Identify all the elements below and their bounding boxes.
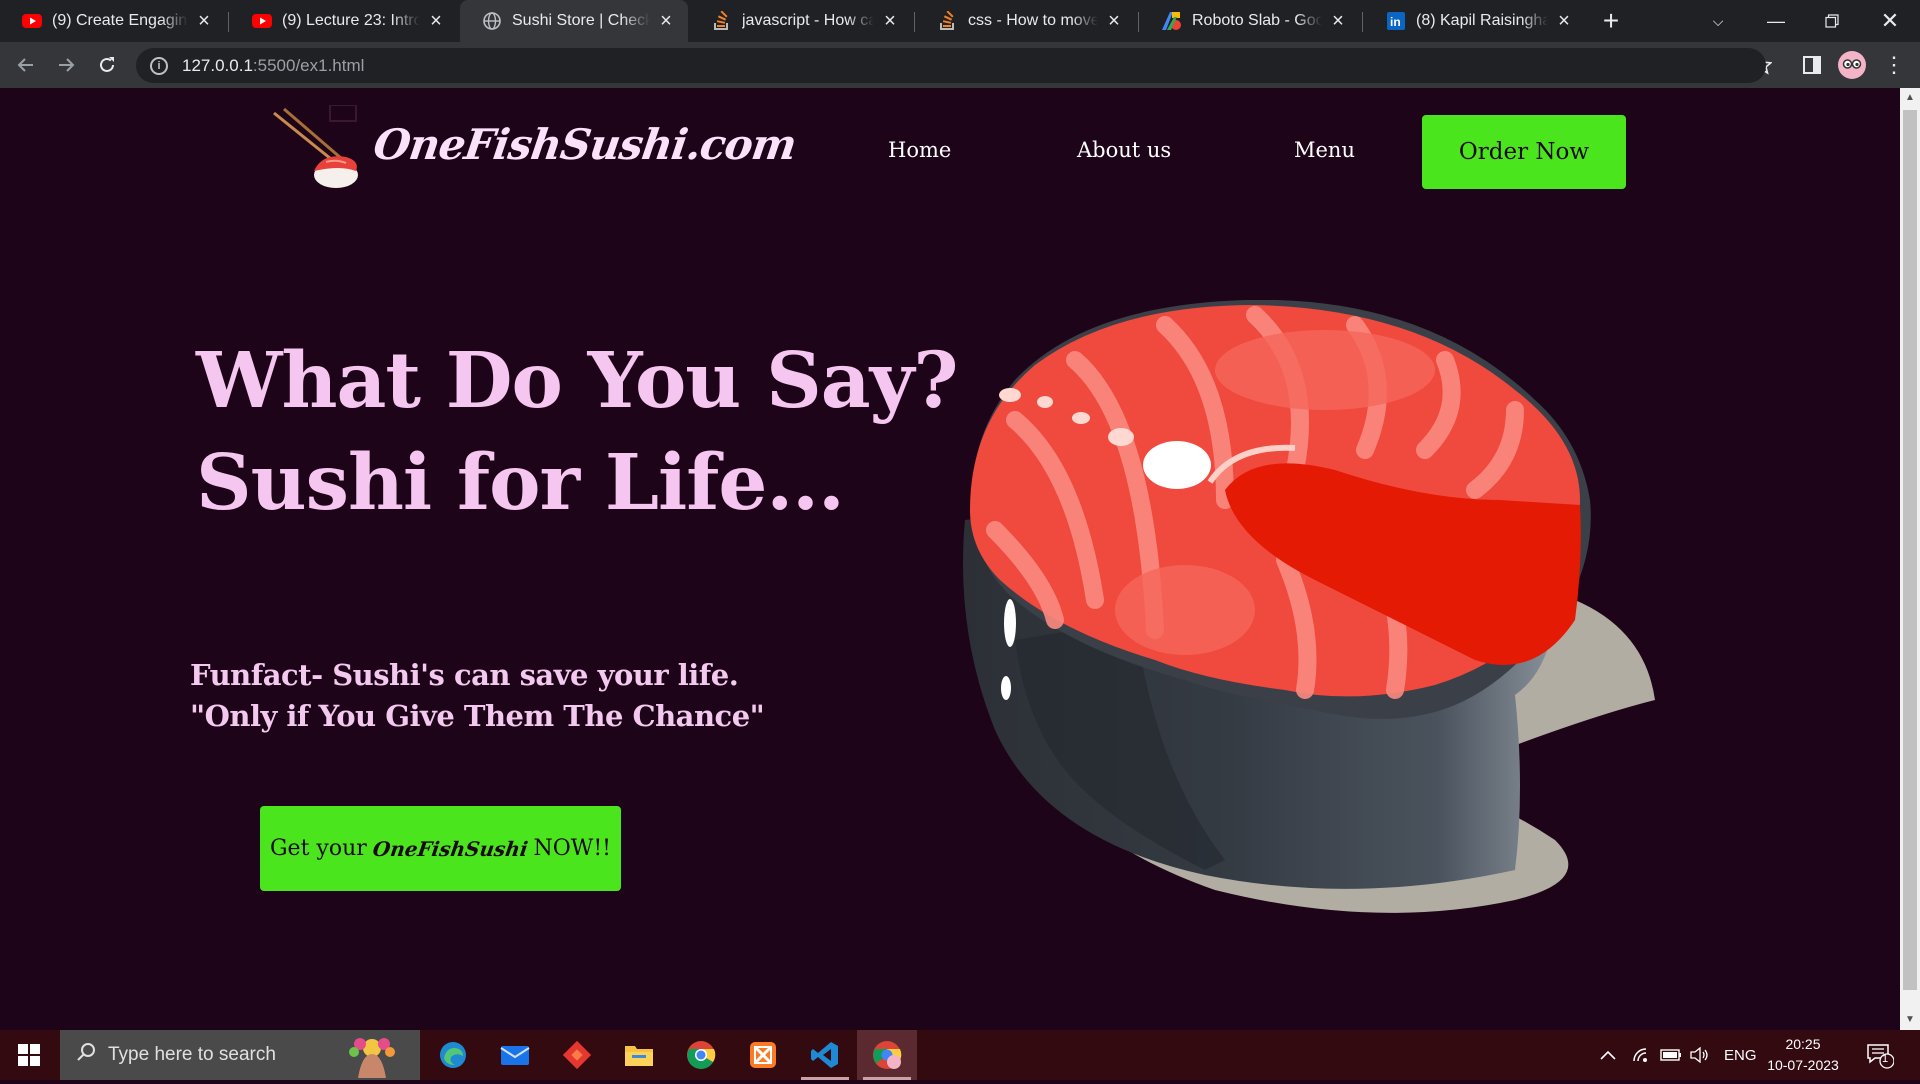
nav-menu-link[interactable]: Menu xyxy=(1294,138,1355,162)
get-sushi-cta-button[interactable]: Get your OneFishSushi NOW!! xyxy=(260,806,621,891)
close-icon[interactable]: × xyxy=(426,10,446,33)
scrollbar-thumb[interactable] xyxy=(1903,110,1917,990)
hero-line-2: Sushi for Life... xyxy=(196,438,845,528)
tab-title: (9) Lecture 23: Introdu xyxy=(282,12,420,29)
windows-taskbar: Type here to search ENG 20:25 10-07-2023… xyxy=(0,1030,1920,1080)
stackoverflow-icon xyxy=(938,11,958,31)
close-icon[interactable]: × xyxy=(1104,10,1124,33)
profile-avatar[interactable] xyxy=(1836,49,1868,81)
tab-search-chevron-icon[interactable]: ⌵ xyxy=(1690,0,1746,42)
svg-text:in: in xyxy=(1390,15,1401,29)
tab-sushi-store[interactable]: Sushi Store | Check Ou × xyxy=(460,0,688,42)
search-highlight-image-icon xyxy=(332,1034,412,1084)
language-indicator[interactable]: ENG xyxy=(1724,1030,1757,1080)
notification-count: 1 xyxy=(1882,1053,1889,1065)
cta-suffix: NOW!! xyxy=(533,836,612,861)
page-scrollbar[interactable]: ▲ ▼ xyxy=(1900,88,1920,1030)
linkedin-icon: in xyxy=(1386,11,1406,31)
tab-stackoverflow-js[interactable]: javascript - How can I × xyxy=(690,0,912,42)
clock-date: 10-07-2023 xyxy=(1767,1057,1839,1073)
git-app-icon[interactable] xyxy=(547,1030,607,1080)
url-text: 127.0.0.1:5500/ex1.html xyxy=(182,56,364,76)
google-fonts-icon xyxy=(1162,11,1182,31)
tab-title: javascript - How can I xyxy=(742,12,874,29)
back-button[interactable] xyxy=(10,49,42,81)
nav-about-link[interactable]: About us xyxy=(1077,138,1171,162)
clock-time: 20:25 xyxy=(1785,1036,1821,1052)
address-bar[interactable]: i 127.0.0.1:5500/ex1.html xyxy=(136,48,1766,83)
edge-icon[interactable] xyxy=(423,1030,483,1080)
windows-start-button[interactable] xyxy=(0,1030,58,1080)
reload-button[interactable] xyxy=(91,49,123,81)
salmon-sushi-illustration xyxy=(963,300,1655,913)
tab-title: (9) Create Engaging W xyxy=(52,12,188,29)
url-host: 127.0.0.1 xyxy=(182,55,253,75)
nav-home-link[interactable]: Home xyxy=(888,138,951,162)
close-window-button[interactable]: ✕ xyxy=(1862,0,1918,42)
taskbar-search-box[interactable]: Type here to search xyxy=(60,1030,420,1080)
funfact-line-2: "Only if You Give Them The Chance" xyxy=(190,699,765,733)
forward-button[interactable] xyxy=(50,49,82,81)
funfact-text: Funfact- Sushi's can save your life. "On… xyxy=(190,655,765,737)
scroll-up-arrow-icon[interactable]: ▲ xyxy=(1900,90,1920,106)
chrome-profile-taskbar-icon[interactable] xyxy=(857,1030,917,1080)
hero-heading: What Do You Say? Sushi for Life... xyxy=(196,330,958,534)
search-icon xyxy=(76,1042,96,1068)
scroll-down-arrow-icon[interactable]: ▼ xyxy=(1900,1012,1920,1028)
volume-icon[interactable] xyxy=(1690,1030,1710,1080)
search-placeholder: Type here to search xyxy=(108,1044,276,1065)
tab-linkedin[interactable]: in (8) Kapil Raisinghani | × xyxy=(1364,0,1586,42)
close-icon[interactable]: × xyxy=(1328,10,1348,33)
url-path: :5500/ex1.html xyxy=(252,55,365,75)
system-clock[interactable]: 20:25 10-07-2023 xyxy=(1764,1034,1842,1076)
notification-center-icon[interactable]: 1 xyxy=(1866,1030,1894,1080)
new-tab-button[interactable]: + xyxy=(1598,0,1624,42)
site-info-icon[interactable]: i xyxy=(150,56,168,75)
stackoverflow-icon xyxy=(712,11,732,31)
close-icon[interactable]: × xyxy=(194,10,214,33)
wifi-icon[interactable] xyxy=(1632,1030,1652,1080)
tab-title: (8) Kapil Raisinghani | xyxy=(1416,12,1548,29)
xampp-icon[interactable] xyxy=(733,1030,793,1080)
side-panel-icon[interactable] xyxy=(1796,49,1828,81)
close-icon[interactable]: × xyxy=(656,10,676,33)
tab-stackoverflow-css[interactable]: css - How to move a c × xyxy=(916,0,1136,42)
file-explorer-icon[interactable] xyxy=(609,1030,669,1080)
close-icon[interactable]: × xyxy=(880,10,900,33)
tab-strip: (9) Create Engaging W × (9) Lecture 23: … xyxy=(0,0,1920,42)
mail-icon[interactable] xyxy=(485,1030,545,1080)
globe-icon xyxy=(482,11,502,31)
youtube-icon xyxy=(22,11,42,31)
tab-title: Roboto Slab - Google xyxy=(1192,12,1322,29)
close-icon[interactable]: × xyxy=(1554,10,1574,33)
windows-logo-icon xyxy=(18,1044,40,1066)
tab-title: css - How to move a c xyxy=(968,12,1098,29)
site-logo-text[interactable]: OneFishSushi.com xyxy=(371,120,799,169)
restore-button[interactable] xyxy=(1804,0,1860,42)
cta-brand: OneFishSushi xyxy=(371,836,530,861)
tab-divider xyxy=(914,12,915,32)
vscode-icon[interactable] xyxy=(795,1030,855,1080)
kebab-menu-icon[interactable]: ⋮ xyxy=(1878,49,1910,81)
tab-youtube-lecture[interactable]: (9) Lecture 23: Introdu × xyxy=(230,0,458,42)
battery-icon[interactable] xyxy=(1660,1030,1682,1080)
chrome-icon[interactable] xyxy=(671,1030,731,1080)
hero-line-1: What Do You Say? xyxy=(196,336,958,426)
order-now-button[interactable]: Order Now xyxy=(1422,115,1626,189)
tab-title: Sushi Store | Check Ou xyxy=(512,12,650,29)
tab-google-fonts[interactable]: Roboto Slab - Google × xyxy=(1140,0,1360,42)
tab-youtube-create[interactable]: (9) Create Engaging W × xyxy=(0,0,226,42)
funfact-line-1: Funfact- Sushi's can save your life. xyxy=(190,658,739,692)
tab-divider xyxy=(1138,12,1139,32)
youtube-icon xyxy=(252,11,272,31)
sushi-logo-icon xyxy=(273,105,358,188)
tab-divider xyxy=(228,12,229,32)
show-hidden-icons-chevron[interactable] xyxy=(1600,1030,1616,1080)
minimize-button[interactable]: — xyxy=(1748,0,1804,42)
cta-prefix: Get your xyxy=(269,836,367,861)
tab-divider xyxy=(1362,12,1363,32)
